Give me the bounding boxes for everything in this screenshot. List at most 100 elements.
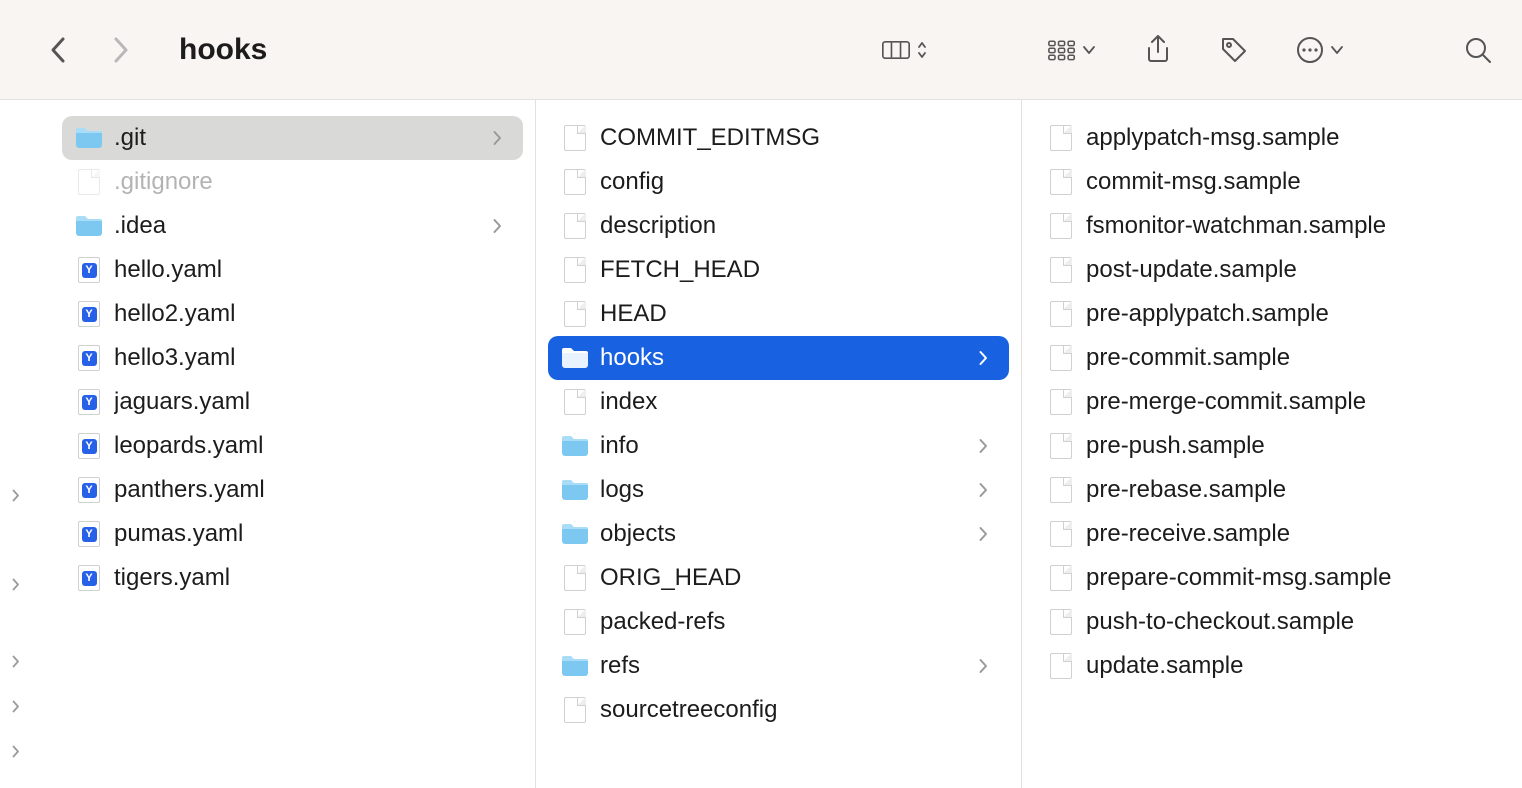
forward-button[interactable] — [109, 38, 133, 62]
list-item[interactable]: Ytigers.yaml — [62, 556, 523, 600]
chevron-down-icon — [1082, 45, 1096, 55]
yaml-file-icon: Y — [74, 431, 104, 461]
yaml-file-icon: Y — [74, 475, 104, 505]
list-item[interactable]: .idea — [62, 204, 523, 248]
more-button[interactable] — [1296, 38, 1344, 62]
group-button[interactable] — [1048, 38, 1096, 62]
item-label: hooks — [600, 344, 664, 372]
file-icon — [1046, 211, 1076, 241]
list-item[interactable]: Yjaguars.yaml — [62, 380, 523, 424]
sidebar-disclosure-chevron-icon[interactable] — [12, 700, 20, 716]
list-item[interactable]: info — [548, 424, 1009, 468]
chevron-right-icon — [491, 129, 503, 147]
column-1: .git .gitignore .ideaYhello.yamlYhello2.y… — [50, 100, 536, 788]
list-item[interactable]: COMMIT_EDITMSG — [548, 116, 1009, 160]
file-icon — [560, 695, 590, 725]
share-button[interactable] — [1144, 38, 1172, 62]
search-icon — [1464, 36, 1492, 64]
list-item[interactable]: .git — [62, 116, 523, 160]
sidebar-disclosure-chevron-icon[interactable] — [12, 489, 20, 505]
file-icon — [1046, 431, 1076, 461]
list-item[interactable]: update.sample — [1034, 644, 1496, 688]
list-item[interactable]: commit-msg.sample — [1034, 160, 1496, 204]
list-item[interactable]: logs — [548, 468, 1009, 512]
search-button[interactable] — [1464, 38, 1492, 62]
file-icon — [1046, 299, 1076, 329]
folder-icon — [560, 475, 590, 505]
file-icon — [560, 299, 590, 329]
item-label: fsmonitor-watchman.sample — [1086, 212, 1386, 240]
list-item[interactable]: objects — [548, 512, 1009, 556]
sidebar-disclosure-chevron-icon[interactable] — [12, 578, 20, 594]
list-item[interactable]: description — [548, 204, 1009, 248]
folder-icon — [560, 651, 590, 681]
item-label: COMMIT_EDITMSG — [600, 124, 820, 152]
file-icon — [560, 563, 590, 593]
list-item[interactable]: HEAD — [548, 292, 1009, 336]
list-item[interactable]: index — [548, 380, 1009, 424]
file-icon — [1046, 651, 1076, 681]
list-item[interactable]: refs — [548, 644, 1009, 688]
list-item[interactable]: pre-merge-commit.sample — [1034, 380, 1496, 424]
view-columns-button[interactable] — [882, 38, 928, 62]
chevron-left-icon — [49, 36, 66, 64]
chevron-right-icon — [977, 437, 989, 455]
item-label: index — [600, 388, 657, 416]
columns-icon — [882, 38, 910, 62]
list-item[interactable]: pre-commit.sample — [1034, 336, 1496, 380]
file-icon — [1046, 167, 1076, 197]
list-item[interactable]: pre-push.sample — [1034, 424, 1496, 468]
list-item[interactable]: prepare-commit-msg.sample — [1034, 556, 1496, 600]
list-item[interactable]: ORIG_HEAD — [548, 556, 1009, 600]
list-item[interactable]: Yhello.yaml — [62, 248, 523, 292]
item-label: pre-applypatch.sample — [1086, 300, 1329, 328]
column-2: COMMIT_EDITMSGconfig descriptionFETCH_HEA… — [536, 100, 1022, 788]
list-item[interactable]: Yhello3.yaml — [62, 336, 523, 380]
back-button[interactable] — [45, 38, 69, 62]
chevron-right-icon — [977, 481, 989, 499]
item-label: commit-msg.sample — [1086, 168, 1301, 196]
list-item[interactable]: hooks — [548, 336, 1009, 380]
yaml-file-icon: Y — [74, 563, 104, 593]
nav-buttons — [45, 38, 133, 62]
list-item[interactable]: pre-receive.sample — [1034, 512, 1496, 556]
list-item[interactable]: sourcetreeconfig — [548, 688, 1009, 732]
sidebar-disclosure-hints — [0, 100, 50, 788]
list-item[interactable]: post-update.sample — [1034, 248, 1496, 292]
list-item[interactable]: .gitignore — [62, 160, 523, 204]
list-item[interactable]: Ypanthers.yaml — [62, 468, 523, 512]
chevron-right-icon — [977, 349, 989, 367]
tags-button[interactable] — [1220, 38, 1248, 62]
item-label: update.sample — [1086, 652, 1243, 680]
item-label: logs — [600, 476, 644, 504]
list-item[interactable]: pre-applypatch.sample — [1034, 292, 1496, 336]
item-label: config — [600, 168, 664, 196]
file-icon — [560, 255, 590, 285]
list-item[interactable]: Yleopards.yaml — [62, 424, 523, 468]
list-item[interactable]: push-to-checkout.sample — [1034, 600, 1496, 644]
sidebar-disclosure-chevron-icon[interactable] — [12, 655, 20, 671]
folder-icon — [560, 519, 590, 549]
item-label: pre-rebase.sample — [1086, 476, 1286, 504]
item-label: jaguars.yaml — [114, 388, 250, 416]
item-label: panthers.yaml — [114, 476, 265, 504]
item-label: .git — [114, 124, 146, 152]
updown-chevron-icon — [916, 40, 928, 60]
list-item[interactable]: fsmonitor-watchman.sample — [1034, 204, 1496, 248]
item-label: ORIG_HEAD — [600, 564, 741, 592]
list-item[interactable]: packed-refs — [548, 600, 1009, 644]
list-item[interactable]: Yhello2.yaml — [62, 292, 523, 336]
list-item[interactable]: FETCH_HEAD — [548, 248, 1009, 292]
list-item[interactable]: pre-rebase.sample — [1034, 468, 1496, 512]
list-item[interactable]: applypatch-msg.sample — [1034, 116, 1496, 160]
item-label: HEAD — [600, 300, 667, 328]
sidebar-disclosure-chevron-icon[interactable] — [12, 745, 20, 761]
list-item[interactable]: config — [548, 160, 1009, 204]
column-view: .git .gitignore .ideaYhello.yamlYhello2.y… — [0, 100, 1522, 788]
item-label: pre-receive.sample — [1086, 520, 1290, 548]
item-label: leopards.yaml — [114, 432, 263, 460]
yaml-file-icon: Y — [74, 519, 104, 549]
list-item[interactable]: Ypumas.yaml — [62, 512, 523, 556]
yaml-file-icon: Y — [74, 343, 104, 373]
column-3: applypatch-msg.sample commit-msg.sample fs… — [1022, 100, 1508, 788]
